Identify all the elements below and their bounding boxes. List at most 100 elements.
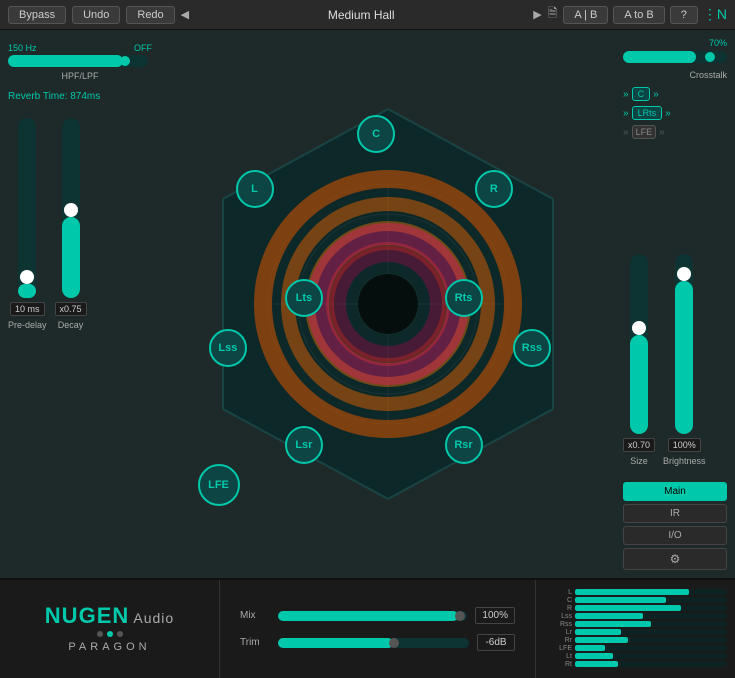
brightness-slider[interactable] [675, 254, 693, 434]
meter-label-C: C [544, 597, 572, 604]
prev-preset-icon[interactable]: ◀ [181, 8, 189, 21]
brightness-value[interactable]: 100% [668, 438, 701, 452]
meter-bar-Lss [575, 613, 643, 619]
mix-row: Mix 100% [240, 607, 515, 624]
predelay-thumb[interactable] [20, 270, 34, 284]
cx-btn-C[interactable]: C [632, 87, 651, 101]
nugen-logo: NUGEN Audio [45, 605, 174, 627]
meter-row-Rt: Rt [544, 660, 727, 668]
center-area: C L R Lts Rts Lss Rss Lsr Rsr LFE [160, 30, 615, 578]
toolbar: Bypass Undo Redo ◀ Medium Hall ▶ 🗎 A | B… [0, 0, 735, 30]
audio-text: Audio [129, 610, 174, 626]
trim-slider[interactable] [278, 638, 469, 648]
speaker-Rts[interactable]: Rts [445, 279, 483, 317]
paragon-text: PARAGON [68, 641, 150, 653]
logo-dots [97, 631, 123, 637]
meters-container: LCRLssRssLrRrLFELtRt [544, 588, 727, 668]
save-preset-icon[interactable]: 🗎 [548, 4, 558, 25]
side-tabs: Main IR I/O ⚙ [623, 482, 727, 570]
cx-arrow-LRts: » [623, 108, 629, 119]
lpf-status-label: OFF [134, 43, 152, 53]
brightness-thumb[interactable] [677, 267, 691, 281]
meter-row-Lt: Lt [544, 652, 727, 660]
cx-btn-LFE[interactable]: LFE [632, 125, 657, 139]
decay-thumb[interactable] [64, 203, 78, 217]
meter-label-Lr: Lr [544, 629, 572, 636]
speaker-Lss[interactable]: Lss [209, 329, 247, 367]
hexagon-bg [198, 94, 578, 514]
io-tab[interactable]: I/O [623, 526, 727, 545]
crosstalk-label: Crosstalk [623, 70, 727, 80]
right-panel: 70% Crosstalk » C » » LRts » » LFE » [615, 30, 735, 578]
trim-value[interactable]: -6dB [477, 634, 515, 651]
trim-label: Trim [240, 637, 270, 648]
meters-section: LCRLssRssLrRrLFELtRt [535, 580, 735, 678]
decay-slider[interactable] [62, 118, 80, 298]
meter-bar-L [575, 589, 689, 595]
next-preset-icon[interactable]: ▶ [533, 8, 541, 21]
ab-button[interactable]: A | B [563, 6, 608, 24]
cx-btn-LRts[interactable]: LRts [632, 106, 663, 120]
meter-bar-container-Rss [575, 621, 727, 627]
hpf-lpf-label: HPF/LPF [8, 71, 152, 81]
meter-bar-Lt [575, 653, 613, 659]
bottom-panel: NUGEN Audio PARAGON Mix 100% Trim -6d [0, 578, 735, 678]
hpf-lpf-slider[interactable] [8, 55, 148, 67]
speaker-Rss[interactable]: Rss [513, 329, 551, 367]
ir-tab[interactable]: IR [623, 504, 727, 523]
decay-value[interactable]: x0.75 [55, 302, 87, 316]
meter-bar-LFE [575, 645, 605, 651]
speaker-C[interactable]: C [357, 115, 395, 153]
meter-row-Rss: Rss [544, 620, 727, 628]
crosstalk-thumb[interactable] [705, 52, 715, 62]
redo-button[interactable]: Redo [126, 6, 174, 24]
decay-slider-container: x0.75 Decay [55, 118, 87, 330]
speaker-L[interactable]: L [236, 170, 274, 208]
speaker-Lts[interactable]: Lts [285, 279, 323, 317]
crosstalk-percent: 70% [709, 38, 727, 48]
decay-label: Decay [58, 320, 84, 330]
mix-slider[interactable] [278, 611, 467, 621]
predelay-slider-container: 10 ms Pre-delay [8, 118, 47, 330]
mix-label: Mix [240, 610, 270, 621]
crosstalk-slider[interactable] [623, 51, 727, 63]
mix-thumb[interactable] [455, 611, 465, 621]
meter-row-Lss: Lss [544, 612, 727, 620]
meter-row-LFE: LFE [544, 644, 727, 652]
size-thumb[interactable] [632, 321, 646, 335]
meter-bar-Lr [575, 629, 621, 635]
bypass-button[interactable]: Bypass [8, 6, 66, 24]
size-brightness-sliders: x0.70 Size 100% Brightness [623, 234, 727, 466]
cx-channel-LRts: » LRts » [623, 106, 727, 120]
trim-thumb[interactable] [389, 638, 399, 648]
speaker-Lsr[interactable]: Lsr [285, 426, 323, 464]
meter-bar-container-R [575, 605, 727, 611]
meter-bar-C [575, 597, 666, 603]
a-to-b-button[interactable]: A to B [613, 6, 664, 24]
meter-label-Rt: Rt [544, 661, 572, 668]
trim-row: Trim -6dB [240, 634, 515, 651]
undo-button[interactable]: Undo [72, 6, 120, 24]
main-tab[interactable]: Main [623, 482, 727, 501]
cx-arrow-LRts2: » [665, 108, 671, 119]
mix-trim-section: Mix 100% Trim -6dB [220, 580, 535, 678]
speaker-R[interactable]: R [475, 170, 513, 208]
size-slider[interactable] [630, 254, 648, 434]
predelay-value[interactable]: 10 ms [10, 302, 45, 316]
size-value[interactable]: x0.70 [623, 438, 655, 452]
brightness-label: Brightness [663, 456, 706, 466]
speaker-LFE[interactable]: LFE [198, 464, 240, 506]
predelay-slider[interactable] [18, 118, 36, 298]
menu-icon[interactable]: ⋮N [703, 6, 727, 23]
cx-arrow-LFE2: » [659, 127, 665, 138]
hpf-freq-label: 150 Hz [8, 43, 37, 53]
meter-bar-container-Lt [575, 653, 727, 659]
meter-row-Rr: Rr [544, 636, 727, 644]
lpf-thumb[interactable] [120, 56, 130, 66]
speaker-Rsr[interactable]: Rsr [445, 426, 483, 464]
nu-text: NU [45, 603, 79, 628]
help-button[interactable]: ? [670, 6, 698, 24]
settings-tab[interactable]: ⚙ [623, 548, 727, 570]
mix-value[interactable]: 100% [475, 607, 515, 624]
meter-label-Rr: Rr [544, 637, 572, 644]
